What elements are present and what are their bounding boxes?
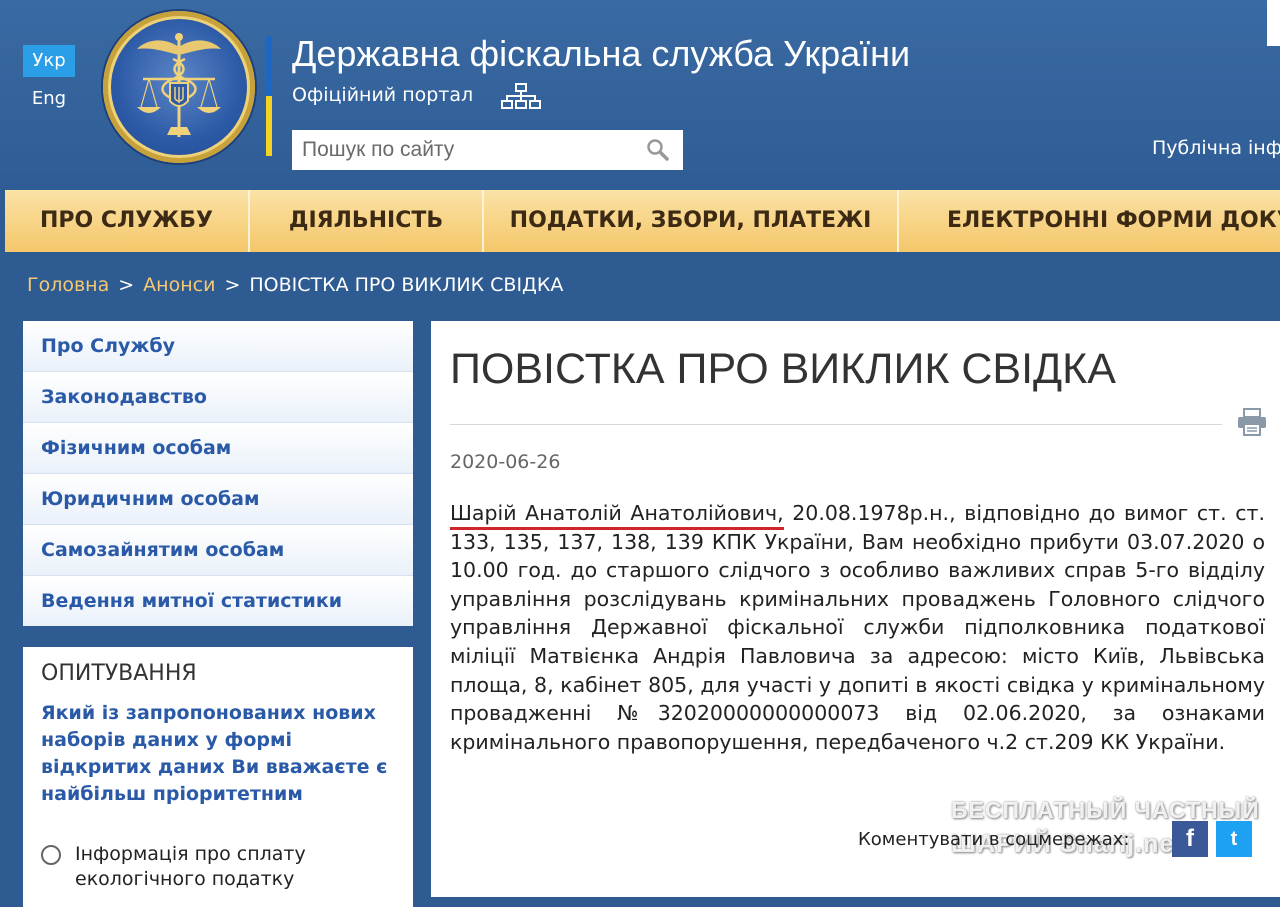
print-icon[interactable]: [1236, 408, 1268, 436]
watermark-line1: БЕСПЛАТНЫЙ ЧАСТНЫЙ: [951, 797, 1260, 823]
main-nav: ПРО СЛУЖБУ ДІЯЛЬНІСТЬ ПОДАТКИ, ЗБОРИ, ПЛ…: [5, 190, 1280, 252]
twitter-icon[interactable]: t: [1216, 821, 1252, 857]
site-title[interactable]: Державна фіскальна служба України: [292, 33, 910, 75]
header-corner: [1267, 0, 1280, 46]
breadcrumb-section[interactable]: Анонси: [143, 274, 215, 296]
search-input[interactable]: [292, 130, 632, 170]
share-row: Коментувати в соцмережах: f t: [858, 821, 1268, 861]
comment-label: Коментувати в соцмережах:: [858, 829, 1130, 850]
title-divider: [450, 424, 1222, 425]
breadcrumb-home[interactable]: Головна: [27, 274, 109, 296]
breadcrumb: Головна > Анонси > ПОВІСТКА ПРО ВИКЛИК СВІДК…: [27, 274, 563, 296]
nav-item-activity[interactable]: ДІЯЛЬНІСТЬ: [250, 190, 484, 252]
lang-eng-button[interactable]: Eng: [23, 88, 75, 109]
article-text: 20.08.1978р.н., відповідно до вимог ст. …: [450, 501, 1266, 754]
poll-option-radio[interactable]: [41, 845, 61, 865]
nav-item-eforms[interactable]: ЕЛЕКТРОННІ ФОРМИ ДОКУМ: [899, 190, 1280, 252]
breadcrumb-separator: >: [118, 274, 135, 296]
sidebar-item-self-employed[interactable]: Самозайнятим особам: [23, 525, 413, 576]
facebook-icon[interactable]: f: [1172, 821, 1208, 857]
nav-item-taxes[interactable]: ПОДАТКИ, ЗБОРИ, ПЛАТЕЖІ: [484, 190, 899, 252]
nav-item-about[interactable]: ПРО СЛУЖБУ: [5, 190, 250, 252]
sitemap-icon[interactable]: [500, 82, 542, 110]
poll-box: ОПИТУВАННЯ Який із запропонованих нових …: [23, 647, 413, 907]
poll-question: Який із запропонованих нових наборів дан…: [41, 702, 388, 805]
header-divider: [266, 36, 272, 156]
poll-option[interactable]: Інформація про сплату екологічного подат…: [41, 842, 395, 892]
article-title: ПОВІСТКА ПРО ВИКЛИК СВІДКА: [450, 345, 1116, 393]
search-box: [292, 130, 683, 170]
poll-option-label[interactable]: Інформація про сплату екологічного подат…: [75, 842, 395, 892]
portal-label: Офіційний портал: [292, 84, 474, 106]
breadcrumb-current: ПОВІСТКА ПРО ВИКЛИК СВІДКА: [249, 274, 564, 296]
article: ПОВІСТКА ПРО ВИКЛИК СВІДКА 2020-06-26 Ша…: [431, 321, 1280, 897]
sidebar-item-about[interactable]: Про Службу: [23, 321, 413, 372]
emblem-icon: [137, 33, 221, 137]
dfs-emblem-logo[interactable]: [103, 11, 255, 163]
breadcrumb-separator: >: [224, 274, 241, 296]
sidebar-item-legal-entities[interactable]: Юридичним особам: [23, 474, 413, 525]
site-header: Укр Eng Державна фіскальна служба Україн…: [0, 0, 1280, 190]
sidebar-item-individuals[interactable]: Фізичним особам: [23, 423, 413, 474]
search-icon[interactable]: [646, 138, 670, 162]
poll-title: ОПИТУВАННЯ: [41, 661, 197, 686]
lang-ukr-button[interactable]: Укр: [23, 45, 75, 77]
article-body: Шарій Анатолій Анатолійович, 20.08.1978р…: [450, 499, 1265, 756]
sidebar-menu: Про Службу Законодавство Фізичним особам…: [23, 321, 413, 626]
public-info-link[interactable]: Публічна інф: [1152, 137, 1280, 159]
person-name-underlined: Шарій Анатолій Анатолійович,: [450, 501, 784, 530]
sidebar-item-customs-stats[interactable]: Ведення митної статистики: [23, 576, 413, 626]
article-date: 2020-06-26: [450, 451, 561, 473]
sidebar-item-legislation[interactable]: Законодавство: [23, 372, 413, 423]
